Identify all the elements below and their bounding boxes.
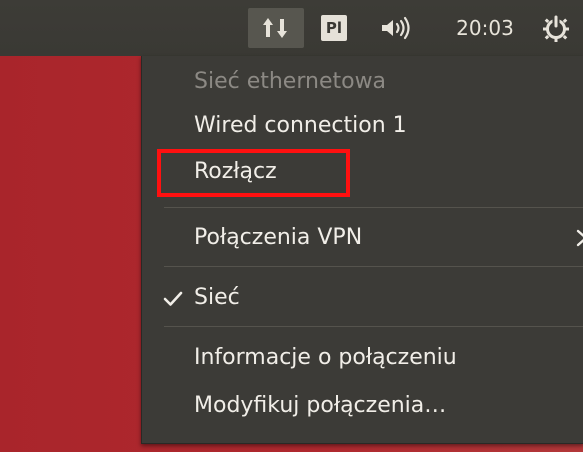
- speaker-volume-icon: [382, 16, 410, 40]
- network-updown-icon: [263, 18, 287, 38]
- keyboard-layout-indicator[interactable]: Pl: [312, 8, 356, 48]
- network-indicator[interactable]: [248, 8, 304, 48]
- network-toggle-label: Sieć: [194, 285, 240, 310]
- disconnect-label: Rozłącz: [194, 159, 277, 184]
- wired-connection-label: Wired connection 1: [194, 113, 407, 138]
- menu-header-ethernet: Sieć ethernetowa: [142, 64, 583, 100]
- menu-item-edit-connections[interactable]: Modyfikuj połączenia…: [142, 388, 583, 424]
- keyboard-layout-label: Pl: [321, 15, 347, 41]
- clock[interactable]: 20:03: [440, 8, 530, 48]
- menu-item-network-toggle[interactable]: Sieć: [142, 280, 583, 316]
- menu-separator: [164, 266, 583, 267]
- ethernet-header-label: Sieć ethernetowa: [194, 69, 387, 94]
- power-gear-icon: [543, 15, 569, 42]
- menu-item-disconnect[interactable]: Rozłącz: [142, 154, 583, 190]
- vpn-connections-label: Połączenia VPN: [194, 225, 363, 250]
- menu-item-connection-info[interactable]: Informacje o połączeniu: [142, 340, 583, 376]
- connection-info-label: Informacje o połączeniu: [194, 345, 457, 370]
- checkmark-icon: [163, 291, 183, 306]
- menu-item-vpn-connections[interactable]: Połączenia VPN: [142, 220, 583, 256]
- chevron-right-icon: [576, 229, 583, 247]
- power-indicator[interactable]: [536, 8, 576, 48]
- menu-item-wired-connection[interactable]: Wired connection 1: [142, 108, 583, 144]
- sound-indicator[interactable]: [368, 8, 424, 48]
- top-panel: Pl 20:03: [0, 0, 583, 56]
- edit-connections-label: Modyfikuj połączenia…: [194, 393, 447, 418]
- menu-separator: [164, 326, 583, 327]
- menu-separator: [164, 207, 583, 208]
- network-menu: Sieć ethernetowa Wired connection 1 Rozł…: [141, 56, 583, 444]
